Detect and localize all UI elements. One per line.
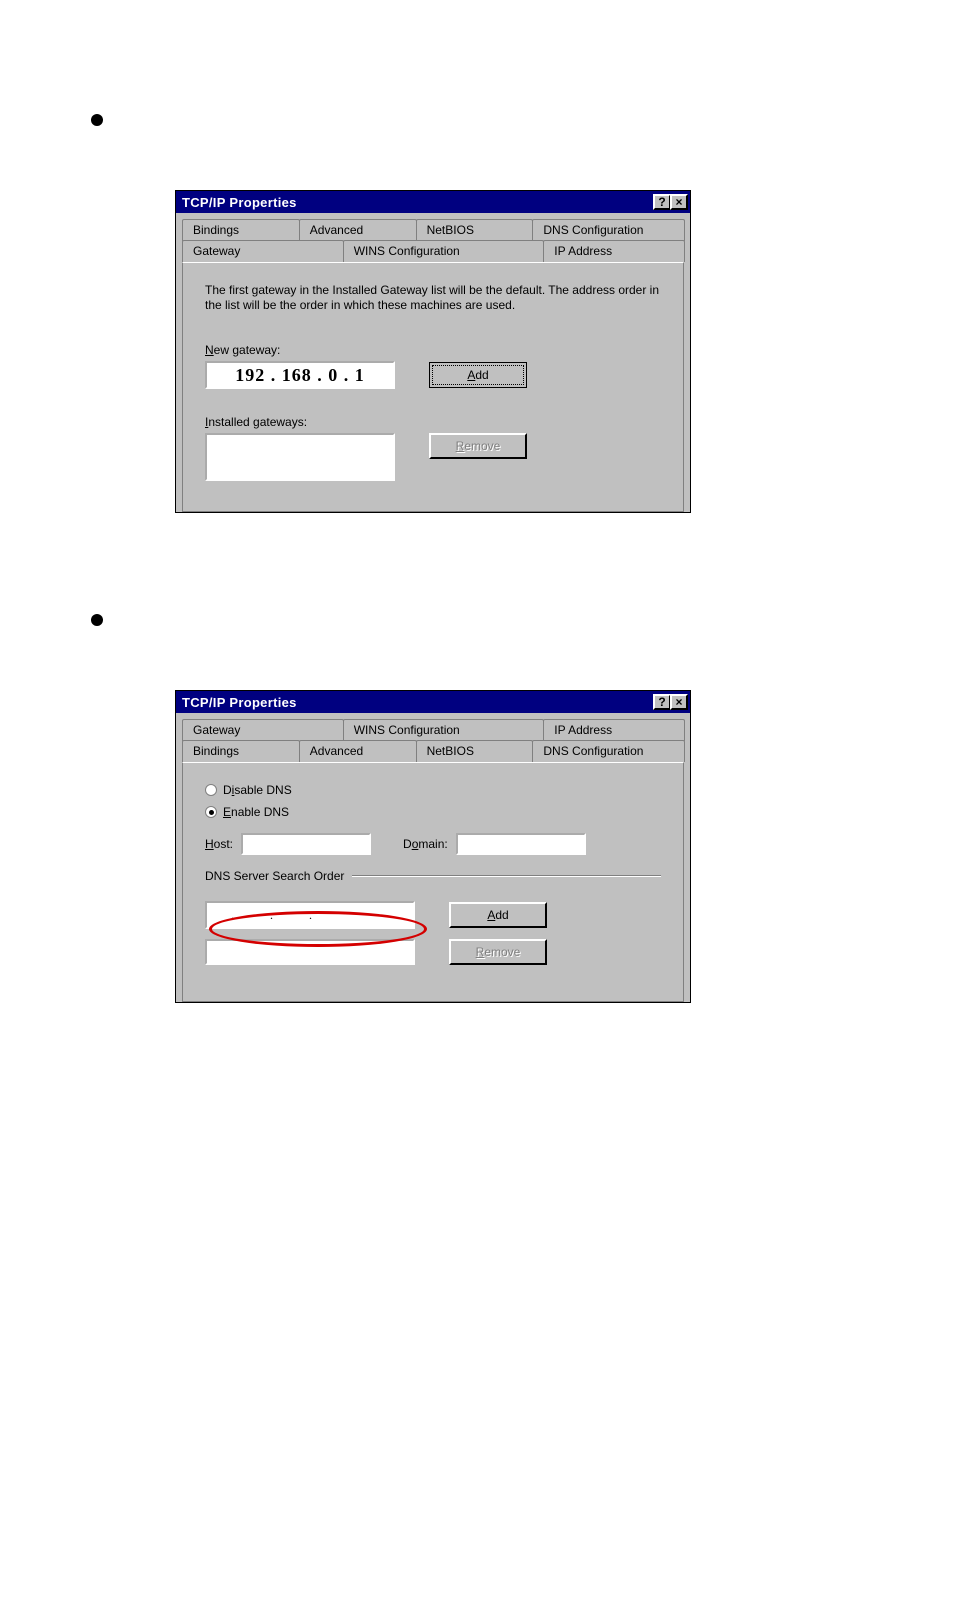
new-gateway-row: 192 . 168 . 0 . 1 AddAdd: [205, 361, 661, 389]
radio-icon: [205, 806, 217, 818]
host-domain-row: Host:Host: Domain:Domain:: [205, 833, 661, 855]
tab-wins-config[interactable]: WINS Configuration: [343, 240, 545, 262]
radio-icon: [205, 784, 217, 796]
close-icon[interactable]: ×: [670, 694, 688, 710]
bullet-1: [91, 114, 103, 126]
tab-wins-config[interactable]: WINS Configuration: [343, 719, 545, 741]
domain-input[interactable]: [456, 833, 586, 855]
dns-search-order-label: DNS Server Search Order: [205, 869, 661, 883]
remove-button: RemoveRemove: [449, 939, 547, 965]
tcpip-properties-dialog-dns: TCP/IP Properties ? × Gateway WINS Confi…: [175, 690, 691, 1003]
enable-dns-radio[interactable]: Enable DNSEnable DNS: [205, 805, 661, 819]
tab-gateway[interactable]: Gateway: [182, 240, 344, 262]
dns-ip-row: ... . . . AddAdd: [205, 901, 661, 929]
tab-dns-config[interactable]: DNS Configuration: [532, 219, 685, 241]
remove-button: RemoveRemove: [429, 433, 527, 459]
titlebar: TCP/IP Properties ? ×: [176, 191, 690, 213]
tab-netbios[interactable]: NetBIOS: [416, 740, 534, 762]
tab-dns-config[interactable]: DNS Configuration: [532, 740, 685, 762]
tabs-row-back: Bindings Advanced NetBIOS DNS Configurat…: [182, 219, 684, 241]
dns-ip-input[interactable]: ... . . .: [205, 901, 415, 929]
installed-gateways-label: Installed gateways:Installed gateways:: [205, 415, 661, 429]
titlebar: TCP/IP Properties ? ×: [176, 691, 690, 713]
installed-gateways-group: Installed gateways:Installed gateways: R…: [205, 415, 661, 481]
tab-advanced[interactable]: Advanced: [299, 740, 417, 762]
dns-list-row: RemoveRemove: [205, 939, 661, 965]
titlebar-buttons: ? ×: [654, 194, 688, 210]
panel-body: Gateway WINS Configuration IP Address Bi…: [176, 713, 690, 1002]
tab-bindings[interactable]: Bindings: [182, 219, 300, 241]
help-icon[interactable]: ?: [653, 694, 671, 710]
tab-content: The first gateway in the Installed Gatew…: [182, 262, 684, 512]
tab-bindings[interactable]: Bindings: [182, 740, 300, 762]
dns-server-listbox[interactable]: [205, 939, 415, 965]
domain-label: Domain:Domain:: [403, 837, 448, 851]
tcpip-properties-dialog-gateway: TCP/IP Properties ? × Bindings Advanced …: [175, 190, 691, 513]
tab-gateway[interactable]: Gateway: [182, 719, 344, 741]
disable-dns-radio[interactable]: Disable DNSDisable DNS: [205, 783, 661, 797]
window-title: TCP/IP Properties: [182, 695, 297, 710]
installed-gateways-listbox[interactable]: [205, 433, 395, 481]
tab-ip-address[interactable]: IP Address: [543, 719, 685, 741]
panel-body: Bindings Advanced NetBIOS DNS Configurat…: [176, 213, 690, 512]
new-gateway-label: NNew gateway:ew gateway:: [205, 343, 661, 357]
titlebar-buttons: ? ×: [654, 694, 688, 710]
tabs-row-back: Gateway WINS Configuration IP Address: [182, 719, 684, 741]
add-button[interactable]: AddAdd: [429, 362, 527, 388]
window-title: TCP/IP Properties: [182, 195, 297, 210]
tabs-row-front: Bindings Advanced NetBIOS DNS Configurat…: [182, 740, 684, 762]
host-label: Host:Host:: [205, 837, 233, 851]
tab-netbios[interactable]: NetBIOS: [416, 219, 534, 241]
tab-ip-address[interactable]: IP Address: [543, 240, 685, 262]
tabs-row-front: Gateway WINS Configuration IP Address: [182, 240, 684, 262]
tab-advanced[interactable]: Advanced: [299, 219, 417, 241]
gateway-description: The first gateway in the Installed Gatew…: [205, 283, 661, 313]
host-input[interactable]: [241, 833, 371, 855]
help-icon[interactable]: ?: [653, 194, 671, 210]
add-button[interactable]: AddAdd: [449, 902, 547, 928]
bullet-2: [91, 614, 103, 626]
new-gateway-input[interactable]: 192 . 168 . 0 . 1: [205, 361, 395, 389]
tab-content: Disable DNSDisable DNS Enable DNSEnable …: [182, 762, 684, 1002]
close-icon[interactable]: ×: [670, 194, 688, 210]
